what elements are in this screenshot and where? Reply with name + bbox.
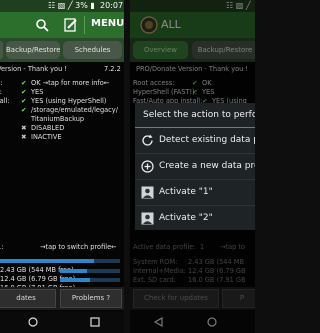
option-detect-profile[interactable]: Detect existing data profile (135, 128, 255, 153)
cross-icon: ✖ (21, 124, 27, 132)
status-icons: ☷ ▧ ╱ 3% ▮ (48, 1, 95, 10)
menu-button[interactable]: MENU (91, 18, 124, 29)
hypershell-value: YES (31, 88, 44, 96)
check-updates-button[interactable]: dates (0, 289, 56, 308)
status-time: 20:07 (100, 1, 124, 10)
option-label: Activate "2" (159, 213, 213, 223)
left-phone-screen: ☷ ▧ ╱ 3% ▮ 20:07 MENU Backup/Restore Sch… (0, 0, 124, 333)
tab-bar: Backup/Restore Schedules (0, 38, 124, 62)
inactive-value: INACTIVE (31, 133, 62, 141)
cross-icon: ✖ (21, 133, 27, 141)
action-dialog: Select the action to perform Detect exis… (135, 103, 255, 230)
storage-bar (60, 278, 120, 282)
option-label: Create a new data profile (159, 161, 255, 171)
check-icon: ✔ (21, 79, 27, 87)
home-icon[interactable] (28, 317, 38, 327)
option-create-profile[interactable]: Create a new data profile (135, 154, 255, 179)
option-label: Detect existing data profile (159, 135, 255, 145)
storage-bar (60, 269, 120, 273)
status-label: ): (0, 88, 2, 96)
action-divider (84, 16, 85, 34)
tab-overview[interactable] (0, 41, 3, 59)
status-bar: ☷ ▧ ╱ 3% ▮ 20:07 (0, 0, 124, 12)
dialog-title: Select the action to perform (143, 110, 255, 120)
check-icon: ✔ (21, 88, 27, 96)
backup-folder-value-cont: TitaniumBackup (31, 115, 85, 123)
tab-backup-restore[interactable]: Backup/Restore (6, 41, 60, 59)
tab-schedules[interactable]: Schedules (63, 41, 122, 59)
version-number: 7.2.2 (104, 65, 121, 73)
profile-icon (141, 186, 154, 199)
problems-button[interactable]: Problems ? (60, 289, 122, 308)
profile-hint[interactable]: →tap to switch profile← (40, 243, 117, 251)
action-bar: MENU (0, 12, 124, 38)
option-label: Activate "1" (159, 187, 213, 197)
option-activate-2[interactable]: Activate "2" (135, 206, 255, 231)
status-label: s: (0, 79, 3, 87)
nav-bar (0, 311, 124, 333)
refresh-icon (142, 134, 153, 146)
auto-install-value: YES (using HyperShell) (31, 97, 107, 105)
search-icon[interactable] (35, 18, 49, 32)
recents-icon[interactable] (90, 317, 100, 327)
backup-folder-value: /storage/emulated/legacy/ (31, 106, 118, 114)
option-activate-1[interactable]: Activate "1" (135, 180, 255, 205)
edit-icon[interactable] (64, 17, 78, 32)
overview-panel: Version - Thank you ! 7.2.2 s: ✔ OK →tap… (0, 62, 124, 312)
root-status-value[interactable]: OK →tap for more info← (31, 79, 109, 87)
add-circle-icon (141, 160, 154, 173)
profile-icon (141, 212, 154, 225)
storage-bar (0, 259, 120, 263)
right-phone-screen: ☷ ▧ ╱ ALL Overview Backup/Restore PRO/Do… (130, 0, 255, 333)
check-icon: ✔ (21, 106, 27, 114)
version-text: Version - Thank you ! (0, 65, 68, 73)
status-label: tall: (0, 97, 10, 105)
disabled-value: DISABLED (31, 124, 65, 132)
profile-label: 1: (0, 243, 4, 251)
check-icon: ✔ (21, 97, 27, 105)
button-row: dates Problems ? (0, 287, 124, 310)
